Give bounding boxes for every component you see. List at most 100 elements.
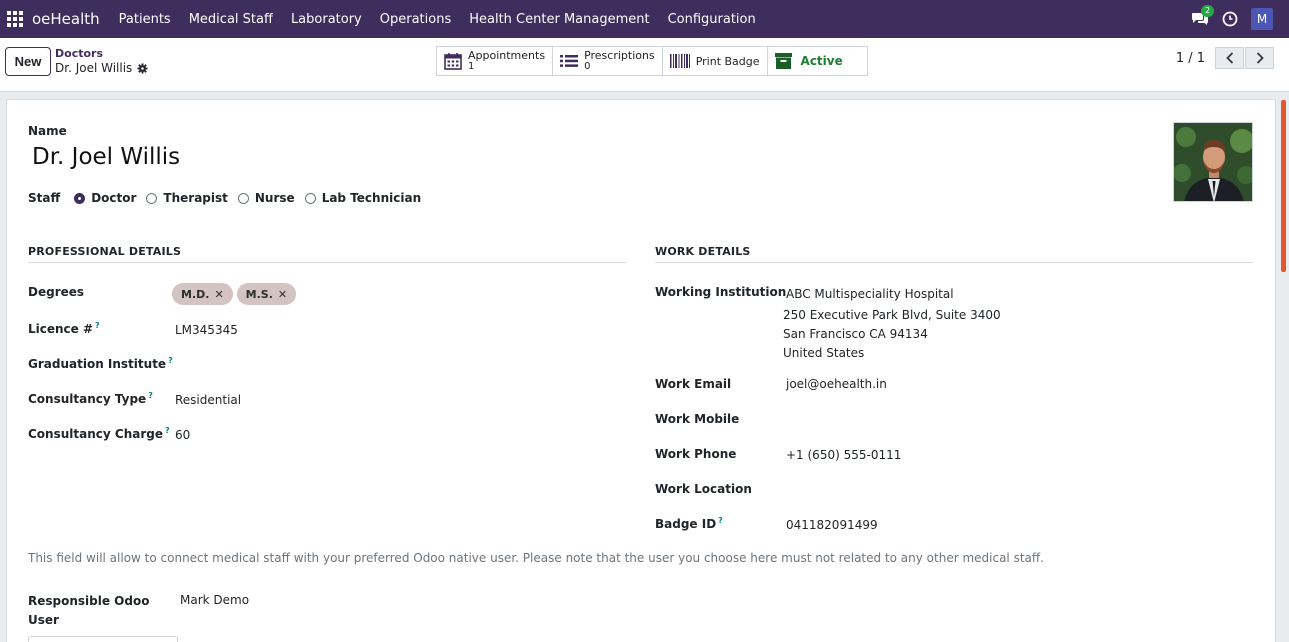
- pager-previous-button[interactable]: [1215, 47, 1244, 69]
- remove-tag-icon[interactable]: ✕: [278, 288, 287, 301]
- list-icon: [560, 55, 579, 67]
- messaging-count-badge: 2: [1201, 5, 1215, 17]
- appointments-count: 1: [468, 61, 475, 72]
- prescriptions-label: Prescriptions: [584, 49, 655, 62]
- responsible-user-label-line2: User: [28, 613, 59, 627]
- work-phone-label: Work Phone: [655, 447, 737, 461]
- degrees-label: Degrees: [28, 285, 85, 299]
- control-panel: New Doctors Dr. Joel Willis Appointments…: [0, 38, 1289, 92]
- licence-field[interactable]: LM345345: [175, 323, 238, 337]
- prescriptions-button[interactable]: Prescriptions 0: [553, 47, 663, 75]
- badge-id-label: Badge ID?: [655, 516, 723, 531]
- work-details-title: WORK DETAILS: [655, 245, 751, 258]
- staff-label: Staff: [28, 191, 61, 205]
- consultancy-type-label-text: Consultancy Type: [28, 392, 147, 406]
- archive-box-icon: [774, 53, 792, 69]
- calendar-icon: [444, 53, 462, 70]
- menu-item-laboratory[interactable]: Laboratory: [282, 12, 371, 27]
- menu-item-configuration[interactable]: Configuration: [659, 12, 765, 27]
- apps-menu-icon[interactable]: [7, 11, 23, 27]
- chevron-right-icon: [1256, 52, 1264, 64]
- bottom-input-field[interactable]: [28, 636, 178, 642]
- degree-tag-label: M.D.: [181, 287, 210, 301]
- breadcrumb: Doctors Dr. Joel Willis: [55, 47, 148, 76]
- appointments-text: Appointments 1: [468, 50, 545, 72]
- consultancy-charge-label-text: Consultancy Charge: [28, 427, 163, 441]
- licence-label: Licence #?: [28, 321, 100, 336]
- staff-option-therapist[interactable]: Therapist: [163, 191, 227, 205]
- responsible-user-label-line1: Responsible Odoo: [28, 594, 150, 608]
- graduation-institute-label: Graduation Institute?: [28, 356, 173, 371]
- smart-buttons: Appointments 1 Prescriptions 0 Print Bad…: [436, 46, 868, 76]
- print-badge-button[interactable]: Print Badge: [662, 47, 768, 75]
- chevron-left-icon: [1225, 52, 1233, 64]
- menu-item-operations[interactable]: Operations: [371, 12, 460, 27]
- institution-address-line: 250 Executive Park Blvd, Suite 3400: [783, 308, 1001, 322]
- staff-option-nurse[interactable]: Nurse: [255, 191, 295, 205]
- working-institution-field[interactable]: ABC Multispeciality Hospital: [786, 287, 954, 301]
- prescriptions-count: 0: [584, 61, 591, 72]
- name-field[interactable]: Dr. Joel Willis: [32, 144, 180, 170]
- pager: 1 / 1: [1176, 47, 1274, 69]
- staff-radio-nurse[interactable]: [237, 192, 249, 204]
- professional-details-divider: [28, 262, 626, 263]
- main-menu: Patients Medical Staff Laboratory Operat…: [110, 12, 765, 27]
- degree-tag: M.S. ✕: [236, 283, 297, 305]
- responsible-user-note: This field will allow to connect medical…: [28, 551, 1044, 565]
- breadcrumb-doctors-link[interactable]: Doctors: [55, 47, 148, 60]
- app-brand[interactable]: oeHealth: [32, 10, 100, 28]
- help-tooltip-icon[interactable]: ?: [718, 516, 723, 525]
- work-details-divider: [655, 262, 1253, 263]
- active-label: Active: [800, 54, 843, 68]
- help-tooltip-icon[interactable]: ?: [168, 356, 173, 365]
- staff-option-lab-technician[interactable]: Lab Technician: [322, 191, 421, 205]
- work-email-label: Work Email: [655, 377, 732, 391]
- breadcrumb-current-label: Dr. Joel Willis: [55, 61, 133, 75]
- badge-id-label-text: Badge ID: [655, 517, 717, 531]
- appointments-button[interactable]: Appointments 1: [437, 47, 554, 75]
- staff-option-doctor[interactable]: Doctor: [91, 191, 136, 205]
- menu-item-medical-staff[interactable]: Medical Staff: [180, 12, 282, 27]
- prescriptions-text: Prescriptions 0: [584, 50, 655, 72]
- gear-icon[interactable]: [137, 62, 148, 74]
- remove-tag-icon[interactable]: ✕: [214, 288, 223, 301]
- degrees-tags[interactable]: M.D. ✕ M.S. ✕: [172, 283, 300, 305]
- badge-id-field[interactable]: 041182091499: [786, 518, 878, 532]
- consultancy-type-label: Consultancy Type?: [28, 391, 153, 406]
- staff-radio-therapist[interactable]: [146, 192, 158, 204]
- help-tooltip-icon[interactable]: ?: [95, 321, 100, 330]
- vertical-scrollbar[interactable]: [1281, 100, 1286, 272]
- staff-radio-doctor[interactable]: [74, 192, 86, 204]
- work-phone-field[interactable]: +1 (650) 555-0111: [786, 448, 901, 462]
- licence-label-text: Licence #: [28, 322, 94, 336]
- user-avatar[interactable]: M: [1251, 8, 1273, 30]
- responsible-user-label: Responsible Odoo User: [28, 592, 149, 630]
- consultancy-type-field[interactable]: Residential: [175, 393, 241, 407]
- pager-next-button[interactable]: [1245, 47, 1274, 69]
- work-email-field[interactable]: joel@oehealth.in: [786, 377, 887, 391]
- new-button[interactable]: New: [5, 47, 51, 76]
- help-tooltip-icon[interactable]: ?: [165, 426, 170, 435]
- work-mobile-label: Work Mobile: [655, 412, 740, 426]
- messaging-icon[interactable]: 2: [1191, 5, 1215, 26]
- activity-clock-icon[interactable]: [1222, 11, 1238, 27]
- consultancy-charge-field[interactable]: 60: [175, 428, 190, 442]
- professional-details-title: PROFESSIONAL DETAILS: [28, 245, 182, 258]
- institution-address-line: San Francisco CA 94134: [783, 327, 928, 341]
- top-navbar: oeHealth Patients Medical Staff Laborato…: [0, 0, 1289, 38]
- help-tooltip-icon[interactable]: ?: [148, 391, 153, 400]
- print-badge-label: Print Badge: [695, 54, 760, 68]
- appointments-label: Appointments: [468, 49, 546, 62]
- staff-radio-lab-technician[interactable]: [304, 192, 316, 204]
- menu-item-patients[interactable]: Patients: [110, 12, 180, 27]
- pager-value[interactable]: 1 / 1: [1176, 51, 1205, 66]
- work-location-label: Work Location: [655, 482, 752, 496]
- degree-tag-label: M.S.: [245, 287, 273, 301]
- consultancy-charge-label: Consultancy Charge?: [28, 426, 170, 441]
- menu-item-health-center-management[interactable]: Health Center Management: [460, 12, 658, 27]
- barcode-icon: [669, 54, 690, 68]
- name-label: Name: [28, 124, 67, 138]
- responsible-user-field[interactable]: Mark Demo: [180, 593, 249, 607]
- active-toggle-button[interactable]: Active: [767, 47, 867, 75]
- doctor-photo[interactable]: [1173, 122, 1253, 202]
